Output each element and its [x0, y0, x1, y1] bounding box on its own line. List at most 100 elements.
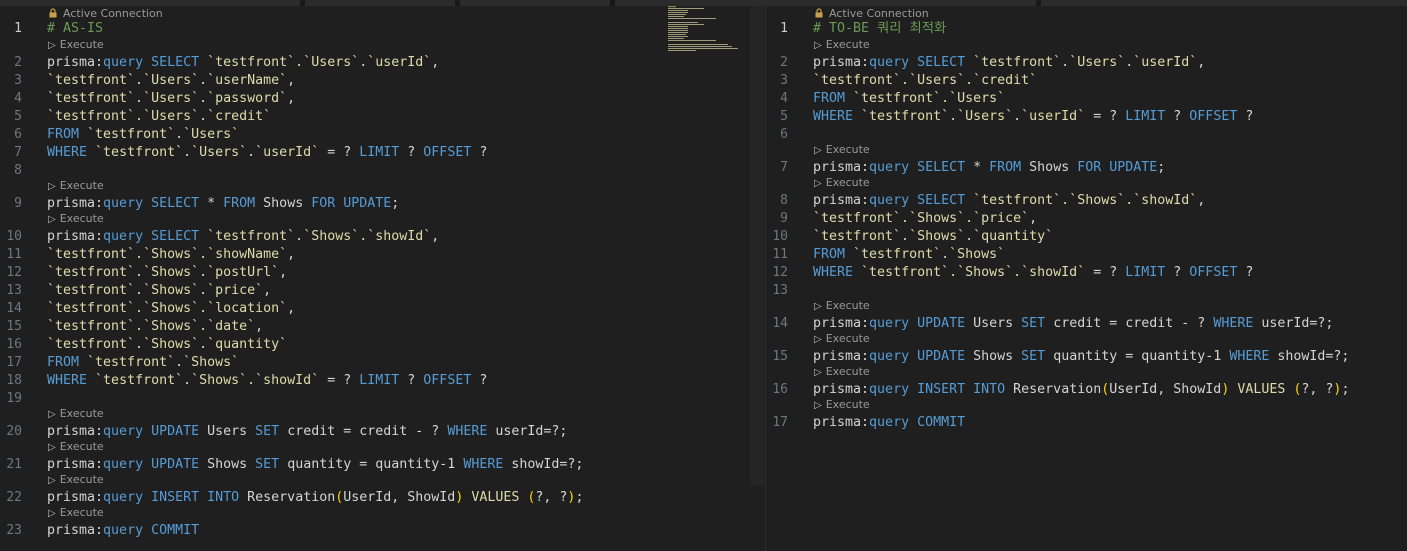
- code-line[interactable]: 18 WHERE `testfront`.`Shows`.`showId` = ?…: [0, 372, 765, 390]
- execute-lens[interactable]: ▷ Execute: [48, 38, 104, 52]
- code-token: `testfront`.`Shows`.`price`: [47, 283, 264, 298]
- execute-lens[interactable]: ▷ Execute: [814, 299, 870, 313]
- editor-pane-as-is[interactable]: Active Connection 1 # AS-IS ▷ Execute 2 prisma…: [0, 0, 765, 551]
- code-line[interactable]: 1 # TO-BE 쿼리 최적화: [766, 20, 1407, 38]
- code-text: prisma:query UPDATE Shows SET quantity =…: [813, 348, 1349, 366]
- execute-label: Execute: [59, 440, 104, 453]
- code-line[interactable]: 17 prisma:query COMMIT: [766, 414, 1407, 432]
- execute-lens[interactable]: ▷ Execute: [48, 407, 104, 421]
- code-token: WHERE: [813, 265, 862, 280]
- code-line[interactable]: 19: [0, 390, 765, 408]
- execute-label: Execute: [825, 365, 870, 378]
- code-line[interactable]: 5 WHERE `testfront`.`Users`.`userId` = ? …: [766, 108, 1407, 126]
- execute-lens[interactable]: ▷ Execute: [48, 506, 104, 520]
- code-line[interactable]: 9 `testfront`.`Shows`.`price`,: [766, 210, 1407, 228]
- code-text: FROM `testfront`.`Shows`: [47, 354, 239, 372]
- code-line[interactable]: 13 `testfront`.`Shows`.`price`,: [0, 282, 765, 300]
- execute-lens[interactable]: ▷ Execute: [48, 473, 104, 487]
- code-token: FROM: [223, 196, 264, 211]
- editor-pane-to-be[interactable]: Active Connection 1 # TO-BE 쿼리 최적화 ▷ Execute…: [766, 0, 1407, 551]
- code-token: = ?: [319, 373, 360, 388]
- code-token: LIMIT: [359, 145, 400, 160]
- code-token: `testfront`.`Shows`.`showId`: [861, 265, 1086, 280]
- code-line[interactable]: 23 prisma:query COMMIT: [0, 522, 765, 540]
- line-number: 19: [6, 391, 22, 406]
- line-number: 8: [14, 163, 22, 178]
- code-line[interactable]: 16 `testfront`.`Shows`.`quantity`: [0, 336, 765, 354]
- vertical-scrollbar[interactable]: [750, 6, 764, 486]
- code-text: prisma:query COMMIT: [813, 414, 965, 432]
- code-line[interactable]: 15 `testfront`.`Shows`.`date`,: [0, 318, 765, 336]
- code-line[interactable]: 3 `testfront`.`Users`.`credit`: [766, 72, 1407, 90]
- code-token: UPDATE: [909, 316, 974, 331]
- execute-lens[interactable]: ▷ Execute: [814, 332, 870, 346]
- editor-workspace: Active Connection 1 # AS-IS ▷ Execute 2 prisma…: [0, 0, 1407, 551]
- code-token: SELECT: [143, 229, 208, 244]
- line-number: 6: [780, 127, 788, 142]
- code-token: query: [869, 349, 910, 364]
- code-line[interactable]: 21 prisma:query UPDATE Shows SET quantity…: [0, 456, 765, 474]
- code-line[interactable]: 11 FROM `testfront`.`Shows`: [766, 246, 1407, 264]
- code-line[interactable]: 10 `testfront`.`Shows`.`quantity`: [766, 228, 1407, 246]
- code-line[interactable]: 17 FROM `testfront`.`Shows`: [0, 354, 765, 372]
- code-token: `testfront`.`Users`: [87, 127, 240, 142]
- code-line[interactable]: 12 `testfront`.`Shows`.`postUrl`,: [0, 264, 765, 282]
- code-line[interactable]: 6: [766, 126, 1407, 144]
- execute-lens[interactable]: ▷ Execute: [814, 143, 870, 157]
- code-line[interactable]: 8 prisma:query SELECT `testfront`.`Shows`…: [766, 192, 1407, 210]
- execute-lens[interactable]: ▷ Execute: [814, 176, 870, 190]
- code-line[interactable]: 9 prisma:query SELECT * FROM Shows FOR UP…: [0, 195, 765, 213]
- code-line[interactable]: 4 FROM `testfront`.`Users`: [766, 90, 1407, 108]
- execute-lens[interactable]: ▷ Execute: [814, 38, 870, 52]
- code-token: ?, ?: [535, 490, 568, 505]
- code-line[interactable]: 3 `testfront`.`Users`.`userName`,: [0, 72, 765, 90]
- code-text: `testfront`.`Shows`.`quantity`: [47, 336, 287, 354]
- code-token: `testfront`.`Shows`.`quantity`: [813, 229, 1054, 244]
- code-line[interactable]: 2 prisma:query SELECT `testfront`.`Users`…: [0, 54, 765, 72]
- play-icon: ▷: [814, 301, 822, 312]
- code-token: ,: [287, 91, 296, 106]
- code-line[interactable]: 16 prisma:query INSERT INTO Reservation(U…: [766, 381, 1407, 399]
- code-line[interactable]: 8: [0, 162, 765, 180]
- code-line[interactable]: 10 prisma:query SELECT `testfront`.`Shows…: [0, 228, 765, 246]
- code-line[interactable]: 14 prisma:query UPDATE Users SET credit =…: [766, 315, 1407, 333]
- code-line[interactable]: 20 prisma:query UPDATE Users SET credit =…: [0, 423, 765, 441]
- line-number: 10: [772, 229, 788, 244]
- code-line[interactable]: 7 prisma:query SELECT * FROM Shows FOR UP…: [766, 159, 1407, 177]
- code-line[interactable]: 2 prisma:query SELECT `testfront`.`Users`…: [766, 54, 1407, 72]
- code-token: ,: [263, 283, 272, 298]
- active-connection-lens[interactable]: Active Connection: [814, 7, 929, 21]
- execute-lens[interactable]: ▷ Execute: [814, 398, 870, 412]
- code-token: UPDATE: [909, 349, 974, 364]
- line-number: 14: [6, 301, 22, 316]
- code-line[interactable]: 13: [766, 282, 1407, 300]
- code-text: `testfront`.`Shows`.`postUrl`,: [47, 264, 287, 282]
- line-number: 17: [772, 415, 788, 430]
- code-line[interactable]: 12 WHERE `testfront`.`Shows`.`showId` = ?…: [766, 264, 1407, 282]
- code-line[interactable]: 7 WHERE `testfront`.`Users`.`userId` = ? …: [0, 144, 765, 162]
- execute-lens[interactable]: ▷ Execute: [48, 179, 104, 193]
- code-token: INSERT INTO: [143, 490, 248, 505]
- line-number: 9: [780, 211, 788, 226]
- minimap[interactable]: [668, 6, 740, 52]
- code-line[interactable]: 1 # AS-IS: [0, 20, 765, 38]
- code-line[interactable]: 14 `testfront`.`Shows`.`location`,: [0, 300, 765, 318]
- code-token: `testfront`.`Users`.`userId`: [973, 55, 1198, 70]
- code-token: ;: [391, 196, 400, 211]
- line-number: 7: [780, 160, 788, 175]
- code-line[interactable]: 4 `testfront`.`Users`.`password`,: [0, 90, 765, 108]
- code-line[interactable]: 15 prisma:query UPDATE Shows SET quantity…: [766, 348, 1407, 366]
- code-text: `testfront`.`Shows`.`location`,: [47, 300, 295, 318]
- execute-lens[interactable]: ▷ Execute: [48, 440, 104, 454]
- code-line[interactable]: 22 prisma:query INSERT INTO Reservation(U…: [0, 489, 765, 507]
- code-line[interactable]: 11 `testfront`.`Shows`.`showName`,: [0, 246, 765, 264]
- execute-lens[interactable]: ▷ Execute: [48, 212, 104, 226]
- code-line[interactable]: 6 FROM `testfront`.`Users`: [0, 126, 765, 144]
- code-token: WHERE: [463, 457, 512, 472]
- line-number: 23: [6, 523, 22, 538]
- execute-lens[interactable]: ▷ Execute: [814, 365, 870, 379]
- active-connection-lens[interactable]: Active Connection: [48, 7, 163, 21]
- code-line[interactable]: 5 `testfront`.`Users`.`credit`: [0, 108, 765, 126]
- line-number: 4: [780, 91, 788, 106]
- code-token: userId=?;: [495, 424, 568, 439]
